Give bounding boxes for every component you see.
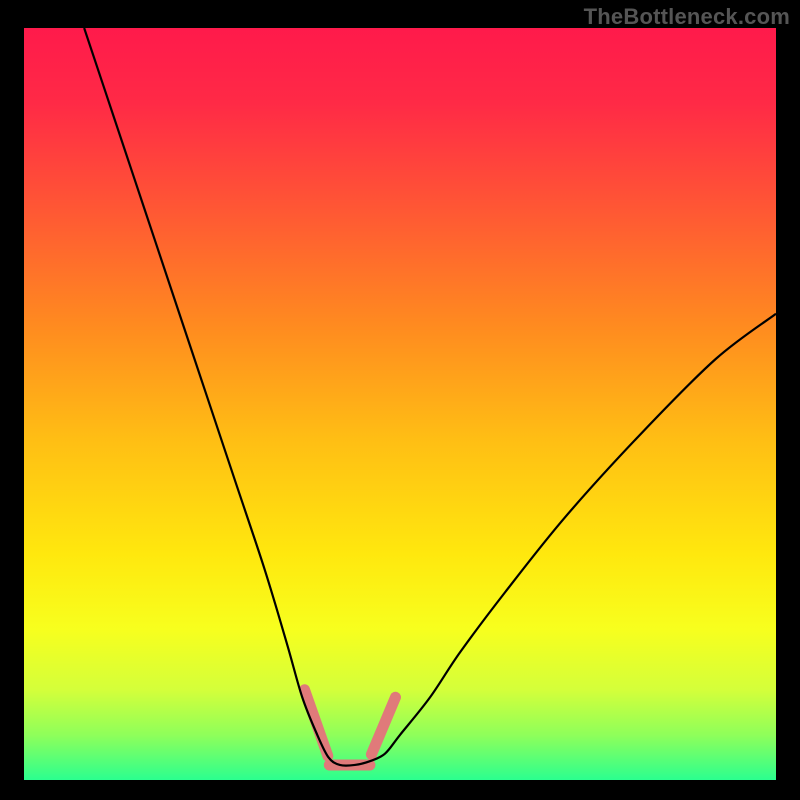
gradient-background — [24, 28, 776, 780]
app-frame: TheBottleneck.com — [0, 0, 800, 800]
bottleneck-chart — [24, 28, 776, 780]
watermark-text: TheBottleneck.com — [584, 4, 790, 30]
plot-area — [24, 28, 776, 780]
